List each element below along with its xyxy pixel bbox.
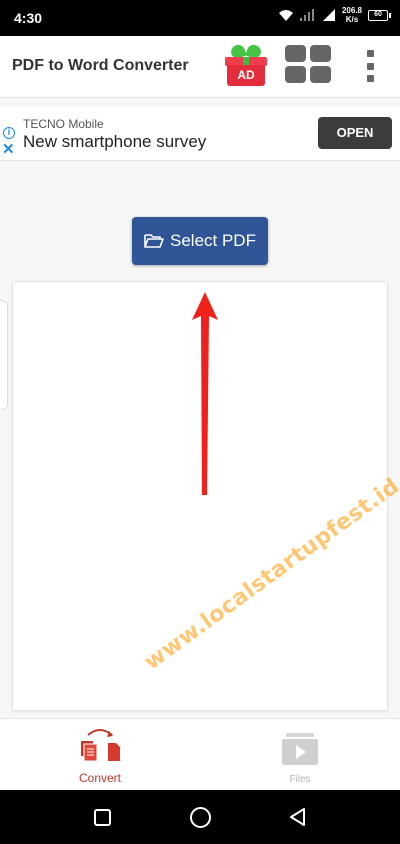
video-files-icon	[282, 733, 318, 765]
network-speed: 206.8 K/s	[342, 6, 362, 24]
ad-info-icon[interactable]: i	[3, 127, 15, 139]
network-speed-value: 206.8	[341, 6, 362, 15]
network-speed-unit: K/s	[345, 15, 359, 24]
signal-icon-secondary	[322, 8, 335, 21]
wifi-icon	[278, 9, 293, 21]
signal-icon	[299, 8, 314, 21]
recent-apps-icon[interactable]	[94, 809, 111, 826]
app-bar: PDF to Word Converter AD	[0, 36, 400, 98]
home-icon[interactable]	[190, 807, 211, 828]
ad-banner[interactable]: i ✕ TECNO Mobile New smartphone survey O…	[0, 107, 400, 161]
system-nav-bar	[0, 790, 400, 844]
ad-open-button[interactable]: OPEN	[318, 117, 392, 149]
side-drawer-handle[interactable]	[0, 300, 8, 410]
ad-advertiser: TECNO Mobile	[23, 117, 104, 131]
convert-icon	[81, 729, 120, 762]
pointer-arrow	[192, 292, 218, 495]
more-vertical-icon[interactable]	[364, 50, 376, 82]
ad-close-icon[interactable]: ✕	[2, 142, 15, 157]
status-indicators: 206.8 K/s 60	[278, 6, 391, 24]
nav-convert[interactable]: Convert	[0, 719, 200, 791]
status-bar: 4:30 206.8 K/s 60	[0, 0, 400, 36]
folder-open-icon	[144, 234, 164, 248]
battery-icon: 60	[368, 9, 391, 21]
ad-headline[interactable]: New smartphone survey	[23, 132, 206, 152]
nav-files-label: Files	[289, 774, 311, 785]
bottom-nav: Convert Files	[0, 718, 400, 790]
nav-files[interactable]: Files	[200, 719, 400, 791]
status-time: 4:30	[14, 10, 43, 26]
grid-apps-icon[interactable]	[285, 45, 331, 83]
ad-badge: AD	[237, 68, 255, 82]
back-icon[interactable]	[288, 807, 306, 827]
gift-ad-icon[interactable]: AD	[223, 42, 269, 90]
select-pdf-button[interactable]: Select PDF	[132, 217, 268, 265]
nav-convert-label: Convert	[78, 771, 122, 785]
app-title: PDF to Word Converter	[12, 57, 189, 74]
select-pdf-label: Select PDF	[170, 231, 256, 250]
